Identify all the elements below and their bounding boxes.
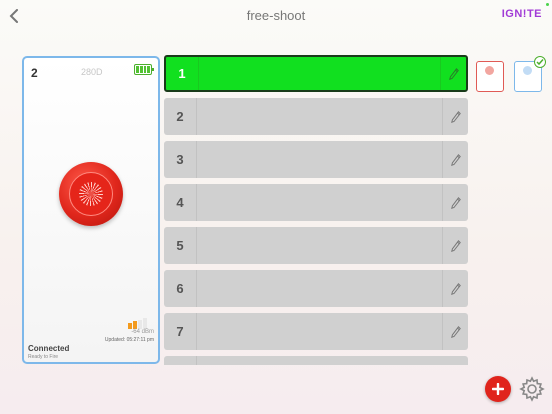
settings-button[interactable] (518, 375, 546, 403)
cue-row[interactable]: 2 (164, 98, 468, 135)
device-card[interactable]: 2 280D -64 dBm Updated: 05:27:11 pm Conn… (22, 56, 160, 364)
edit-cue-button[interactable] (442, 270, 468, 307)
signal-bar (128, 322, 132, 329)
blue-dot-icon (523, 66, 532, 75)
last-updated: Updated: 05:27:11 pm (104, 337, 154, 343)
top-bar: free-shoot IGN!TE (0, 0, 552, 30)
cue-number: 3 (164, 141, 197, 178)
cue-number: 2 (164, 98, 197, 135)
red-option-button[interactable] (476, 61, 504, 92)
signal-dbm: -64 dBm (131, 329, 154, 335)
cue-row[interactable]: 3 (164, 141, 468, 178)
connection-substatus: Ready to Fire (28, 354, 59, 360)
edit-cue-button[interactable] (442, 98, 468, 135)
edit-cue-button[interactable] (442, 227, 468, 264)
cue-row[interactable]: 1 (164, 55, 468, 92)
pencil-icon (450, 196, 461, 209)
cue-number (164, 356, 197, 365)
checkmark-icon (534, 56, 546, 68)
device-number: 2 (31, 66, 38, 80)
plus-icon (492, 383, 504, 395)
pencil-icon (450, 325, 461, 338)
cue-number: 5 (164, 227, 197, 264)
pencil-icon (450, 153, 461, 166)
pencil-icon (450, 282, 461, 295)
signal-bar (138, 319, 142, 329)
cue-row[interactable]: 4 (164, 184, 468, 221)
firework-burst-icon (79, 182, 103, 206)
signal-bar (133, 321, 137, 329)
cue-row[interactable]: 5 (164, 227, 468, 264)
edit-cue-button[interactable] (440, 57, 466, 90)
signal-strength-icon (128, 318, 147, 329)
edit-cue-button[interactable] (442, 184, 468, 221)
cue-row[interactable] (164, 356, 468, 365)
cue-row[interactable]: 7 (164, 313, 468, 350)
cue-list[interactable]: 1 2 3 4 5 6 7 (164, 55, 469, 365)
brand-status-dot (546, 3, 549, 6)
battery-icon (134, 64, 154, 75)
add-button[interactable] (485, 376, 511, 402)
pencil-icon (450, 110, 461, 123)
gear-icon (519, 376, 545, 402)
device-model: 280D (81, 67, 103, 77)
red-dot-icon (485, 66, 494, 75)
connection-status: Connected (28, 344, 70, 353)
cue-number: 7 (164, 313, 197, 350)
pencil-icon (448, 67, 459, 80)
edit-cue-button[interactable] (442, 141, 468, 178)
page-title: free-shoot (246, 8, 306, 23)
brand-logo: IGN!TE (501, 8, 542, 20)
cue-number: 4 (164, 184, 197, 221)
fire-button[interactable] (59, 162, 123, 226)
signal-bar (143, 318, 147, 329)
pencil-icon (450, 239, 461, 252)
cue-row[interactable]: 6 (164, 270, 468, 307)
cue-number: 1 (166, 57, 199, 90)
edit-cue-button[interactable] (442, 313, 468, 350)
cue-number: 6 (164, 270, 197, 307)
